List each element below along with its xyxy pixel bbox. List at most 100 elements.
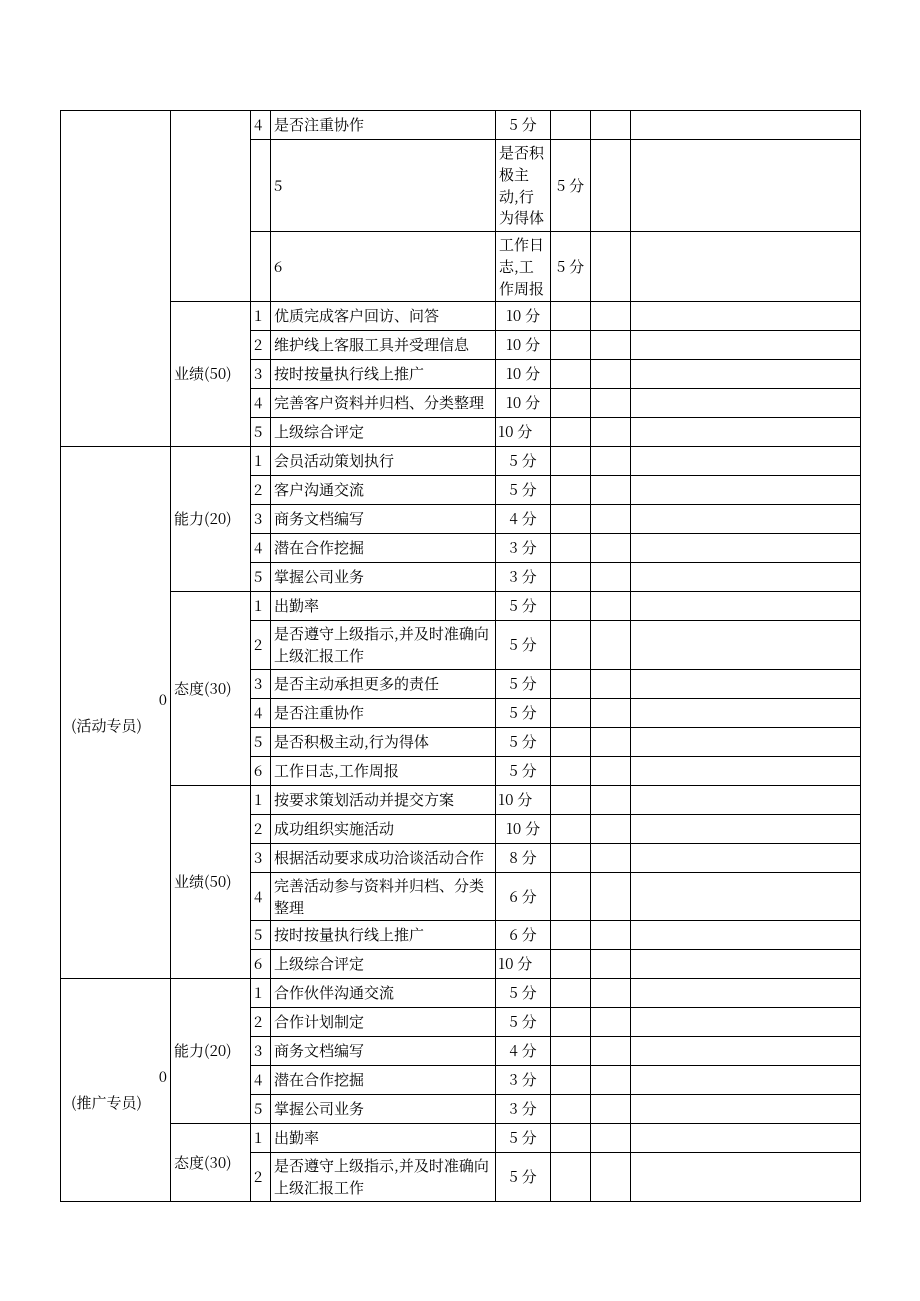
empty-cell (551, 563, 591, 592)
category-cell: 能力(20) (171, 447, 251, 592)
empty-cell (591, 1066, 631, 1095)
item-score: 10 分 (496, 785, 551, 814)
item-index: 5 (251, 727, 271, 756)
item-description: 是否积极主动,行为得体 (271, 727, 496, 756)
item-description: 合作伙伴沟通交流 (271, 979, 496, 1008)
table-row: 业绩(50)1优质完成客户回访、问答10 分 (61, 302, 861, 331)
empty-cell (631, 1037, 861, 1066)
empty-cell (591, 140, 631, 232)
empty-cell (551, 843, 591, 872)
empty-cell (631, 921, 861, 950)
empty-cell (591, 302, 631, 331)
empty-cell (591, 563, 631, 592)
item-score: 5 分 (496, 727, 551, 756)
empty-cell (631, 872, 861, 921)
empty-cell (551, 621, 591, 670)
empty-cell (631, 418, 861, 447)
empty-cell (631, 360, 861, 389)
item-score: 3 分 (496, 1095, 551, 1124)
item-index: 3 (251, 843, 271, 872)
empty-cell (551, 950, 591, 979)
item-description: 合作计划制定 (271, 1008, 496, 1037)
item-description: 客户沟通交流 (271, 476, 496, 505)
item-score: 10 分 (496, 331, 551, 360)
category-cell (251, 232, 271, 302)
empty-cell (551, 756, 591, 785)
empty-cell (591, 698, 631, 727)
empty-cell (591, 111, 631, 140)
item-description: 潜在合作挖掘 (271, 1066, 496, 1095)
empty-cell (631, 505, 861, 534)
item-index: 1 (251, 1124, 271, 1153)
empty-cell (591, 1124, 631, 1153)
empty-cell (551, 1153, 591, 1202)
empty-cell (591, 505, 631, 534)
item-score: 4 分 (496, 1037, 551, 1066)
empty-cell (591, 1095, 631, 1124)
item-score: 10 分 (496, 950, 551, 979)
item-score: 4 分 (496, 505, 551, 534)
item-index: 4 (251, 1066, 271, 1095)
item-index: 1 (251, 592, 271, 621)
role-cell: 0(活动专员) (61, 447, 171, 979)
empty-cell (551, 872, 591, 921)
item-score: 6 分 (496, 872, 551, 921)
empty-cell (631, 698, 861, 727)
item-description: 按时按量执行线上推广 (271, 360, 496, 389)
item-index: 5 (271, 140, 496, 232)
empty-cell (551, 111, 591, 140)
item-index: 1 (251, 447, 271, 476)
item-score: 5 分 (496, 669, 551, 698)
table-row: 0(活动专员)能力(20)1会员活动策划执行5 分 (61, 447, 861, 476)
item-index: 1 (251, 302, 271, 331)
empty-cell (631, 1124, 861, 1153)
empty-cell (631, 1008, 861, 1037)
empty-cell (591, 418, 631, 447)
item-index: 3 (251, 360, 271, 389)
table-row: 4是否注重协作5 分 (61, 111, 861, 140)
document-page: 4是否注重协作5 分5是否积极主动,行为得体5 分6工作日志,工作周报5 分业绩… (0, 0, 920, 1301)
empty-cell (631, 621, 861, 670)
empty-cell (551, 592, 591, 621)
item-description: 上级综合评定 (271, 950, 496, 979)
item-description: 掌握公司业务 (271, 563, 496, 592)
item-description: 掌握公司业务 (271, 1095, 496, 1124)
role-label: (推广专员) (71, 1092, 167, 1114)
empty-cell (551, 1066, 591, 1095)
empty-cell (551, 418, 591, 447)
table-row: 0(推广专员)能力(20)1合作伙伴沟通交流5 分 (61, 979, 861, 1008)
empty-cell (631, 592, 861, 621)
item-index: 3 (251, 505, 271, 534)
empty-cell (551, 447, 591, 476)
item-index: 2 (251, 1153, 271, 1202)
item-score: 10 分 (496, 302, 551, 331)
empty-cell (591, 669, 631, 698)
empty-cell (551, 389, 591, 418)
item-description: 是否遵守上级指示,并及时准确向上级汇报工作 (271, 1153, 496, 1202)
item-score: 5 分 (496, 621, 551, 670)
role-cell (61, 111, 171, 447)
empty-cell (631, 843, 861, 872)
item-index: 6 (271, 232, 496, 302)
empty-cell (591, 331, 631, 360)
item-score: 5 分 (496, 1153, 551, 1202)
empty-cell (591, 389, 631, 418)
item-description: 是否遵守上级指示,并及时准确向上级汇报工作 (271, 621, 496, 670)
item-description: 是否注重协作 (271, 111, 496, 140)
category-cell: 态度(30) (171, 592, 251, 786)
empty-cell (591, 756, 631, 785)
item-score: 5 分 (496, 592, 551, 621)
empty-cell (631, 389, 861, 418)
item-index: 1 (251, 785, 271, 814)
item-index: 4 (251, 111, 271, 140)
item-description: 根据活动要求成功洽谈活动合作 (271, 843, 496, 872)
item-score: 10 分 (496, 418, 551, 447)
empty-cell (551, 727, 591, 756)
empty-cell (631, 1095, 861, 1124)
category-cell: 能力(20) (171, 979, 251, 1124)
empty-cell (551, 1095, 591, 1124)
category-cell (251, 140, 271, 232)
empty-cell (591, 1008, 631, 1037)
item-index: 2 (251, 814, 271, 843)
item-index: 5 (251, 1095, 271, 1124)
